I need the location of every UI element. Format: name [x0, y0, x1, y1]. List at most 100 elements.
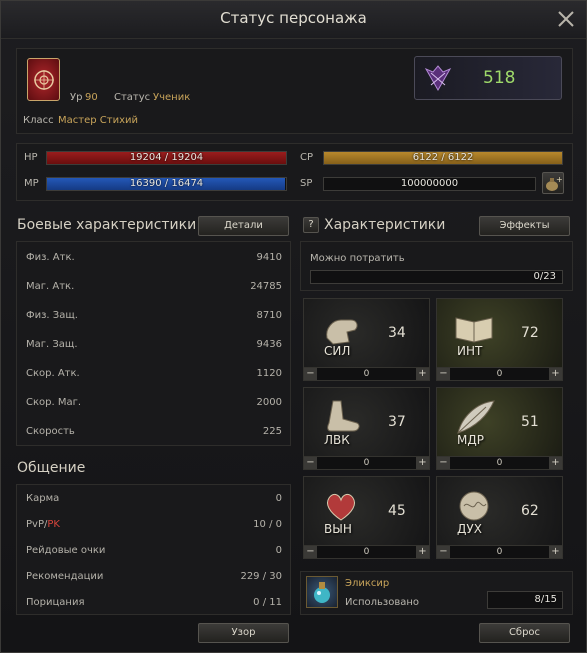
stat-points: 0: [363, 547, 370, 557]
foot-icon: [327, 400, 360, 432]
social-label: PvP/PK: [26, 519, 60, 530]
stat-name: ДУХ: [457, 522, 482, 536]
social-label: Порицания: [26, 597, 85, 608]
combat-stat-value: 9410: [256, 252, 282, 263]
combat-stat-row: Скор. Атк. 1120: [17, 364, 290, 384]
stat-plus-button[interactable]: +: [416, 457, 429, 469]
book-icon: [455, 317, 493, 343]
social-value: 10 / 0: [253, 519, 282, 530]
combat-stat-value: 225: [262, 426, 282, 437]
combat-stat-row: Физ. Атк. 9410: [17, 248, 290, 268]
stat-points: 0: [363, 369, 370, 379]
combat-stat-label: Физ. Атк.: [26, 252, 75, 263]
elixir-value: 8/15: [534, 594, 557, 605]
heart-icon: [327, 493, 355, 521]
feather-icon: [457, 400, 495, 434]
level-value: 90: [85, 92, 98, 103]
hp-label: HP: [24, 152, 38, 163]
stat-plus-button[interactable]: +: [549, 546, 562, 558]
fist-icon: [326, 319, 358, 345]
combat-stats-title: Боевые характеристики: [17, 217, 197, 233]
stat-value: 45: [388, 503, 406, 519]
social-row: PvP/PK 10 / 0: [17, 515, 290, 535]
social-row: Рекомендации 229 / 30: [17, 567, 290, 587]
pvp-label: PvP/: [26, 519, 48, 530]
combat-stat-value: 24785: [250, 281, 282, 292]
combat-stat-value: 8710: [256, 310, 282, 321]
combat-stat-row: Скор. Маг. 2000: [17, 393, 290, 413]
stat-value: 62: [521, 503, 539, 519]
stat-name: ЛВК: [324, 433, 350, 447]
inspect-button[interactable]: Узор: [198, 623, 289, 643]
stat-stepper: −0 +: [303, 545, 430, 559]
elixir-label: Эликсир: [345, 578, 390, 589]
stat-cell: МДР 51: [436, 387, 563, 457]
mp-bar: 16390 / 16474: [46, 177, 287, 191]
stat-points: 0: [496, 458, 503, 468]
rank-value: 518: [483, 68, 516, 88]
social-label: Рейдовые очки: [26, 545, 106, 556]
stat-name: МДР: [457, 433, 484, 447]
social-value: 229 / 30: [240, 571, 282, 582]
elixir-used-label: Использовано: [345, 597, 420, 608]
title-bar[interactable]: Статус персонажа: [1, 1, 586, 39]
hp-value: 19204 / 19204: [129, 152, 204, 163]
sp-bar: 100000000: [323, 177, 536, 191]
combat-stat-label: Маг. Защ.: [26, 339, 78, 350]
stat-value: 37: [388, 414, 406, 430]
stat-stepper: −0 +: [436, 367, 563, 381]
level-label: Ур: [70, 92, 83, 103]
combat-stat-label: Скор. Маг.: [26, 397, 82, 408]
close-icon: [558, 11, 574, 27]
sp-label: SP: [300, 178, 313, 189]
stat-cell: ИНТ 72: [436, 298, 563, 368]
combat-stat-value: 1120: [256, 368, 282, 379]
avatar: [27, 58, 60, 101]
effects-button[interactable]: Эффекты: [479, 216, 570, 236]
elixir-slot[interactable]: [306, 576, 338, 608]
help-button[interactable]: ?: [303, 217, 319, 233]
stat-name: СИЛ: [324, 344, 351, 358]
stat-points: 0: [363, 458, 370, 468]
social-value: 0: [275, 493, 282, 504]
stat-cell: ВЫН 45: [303, 476, 430, 546]
elixir-potion-icon: [314, 582, 330, 603]
details-button[interactable]: Детали: [198, 216, 289, 236]
stat-plus-button[interactable]: +: [416, 546, 429, 558]
mp-label: MP: [24, 178, 39, 189]
combat-stat-value: 2000: [256, 397, 282, 408]
combat-stat-row: Маг. Защ. 9436: [17, 335, 290, 355]
stat-plus-button[interactable]: +: [549, 457, 562, 469]
rank-box: 518: [414, 56, 562, 100]
sp-use-button[interactable]: +: [542, 172, 564, 194]
cp-value: 6122 / 6122: [412, 152, 474, 163]
stats-title: Характеристики: [324, 217, 446, 233]
class-value: Мастер Стихий: [58, 115, 138, 126]
combat-stat-label: Скорость: [26, 426, 75, 437]
stat-stepper: −0 +: [303, 456, 430, 470]
close-button[interactable]: [554, 7, 578, 31]
status-value: Ученик: [153, 92, 191, 103]
sp-value: 100000000: [400, 178, 459, 189]
social-label: Карма: [26, 493, 60, 504]
stat-stepper: −0 +: [303, 367, 430, 381]
window-title: Статус персонажа: [220, 9, 367, 27]
stat-cell: ЛВК 37: [303, 387, 430, 457]
clan-crest-icon: [34, 70, 54, 90]
stat-cell: СИЛ 34: [303, 298, 430, 368]
combat-stat-label: Маг. Атк.: [26, 281, 75, 292]
stat-plus-button[interactable]: +: [549, 368, 562, 380]
reset-button[interactable]: Сброс: [479, 623, 570, 643]
social-value: 0: [275, 545, 282, 556]
stat-stepper: −0 +: [436, 456, 563, 470]
social-row: Порицания 0 / 11: [17, 593, 290, 613]
social-panel: Карма 0 PvP/PK 10 / 0 Рейдовые очки 0 Рекоменд…: [16, 484, 291, 615]
stat-points: 0: [496, 547, 503, 557]
cp-label: CP: [300, 152, 314, 163]
character-status-window: Статус персонажа Ур 90 Статус Ученик Кла…: [0, 0, 587, 653]
stat-points: 0: [496, 369, 503, 379]
class-label: Класс: [23, 115, 54, 126]
money-bag-icon: +: [546, 175, 563, 191]
stat-plus-button[interactable]: +: [416, 368, 429, 380]
combat-stat-label: Физ. Защ.: [26, 310, 78, 321]
